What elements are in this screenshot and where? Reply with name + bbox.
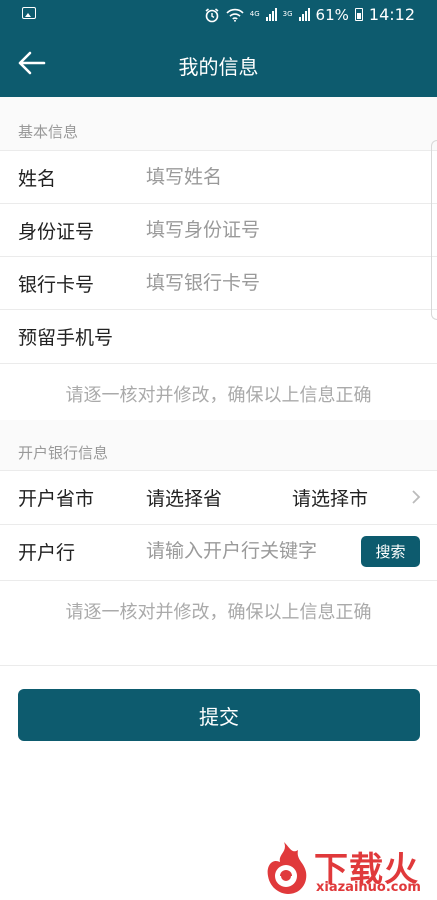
submit-button[interactable]: 提交 (18, 689, 420, 741)
scroll-indicator (431, 140, 437, 320)
phone-label: 预留手机号 (18, 327, 114, 349)
name-label: 姓名 (18, 168, 57, 190)
verify-hint-bank: 请逐一核对并修改，确保以上信息正确 (65, 602, 372, 623)
bank-card-label: 银行卡号 (18, 274, 95, 296)
chevron-right-icon[interactable] (409, 490, 423, 504)
network-type-1: 4G (249, 10, 260, 18)
divider (0, 665, 437, 666)
status-bar: 4G 3G 61% 14:12 (0, 0, 437, 30)
province-city-label: 开户省市 (18, 488, 95, 510)
flame-logo-icon (267, 842, 307, 894)
search-button[interactable]: 搜索 (361, 536, 420, 567)
alarm-icon (205, 7, 219, 22)
clock: 14:12 (368, 5, 415, 24)
battery-percent: 61% (315, 5, 349, 24)
divider (0, 363, 437, 364)
bank-card-input[interactable] (146, 268, 346, 298)
bank-card-row: 银行卡号 (0, 256, 437, 309)
watermark: 下载火 xiazaihuo.com (258, 840, 434, 896)
section-label-basic: 基本信息 (18, 123, 79, 141)
id-number-input[interactable] (146, 215, 346, 245)
app-header: 4G 3G 61% 14:12 我的信息 (0, 0, 437, 97)
image-icon (22, 7, 36, 19)
battery-icon (354, 8, 363, 21)
watermark-domain: xiazaihuo.com (316, 880, 421, 895)
branch-row: 开户行 搜索 (0, 524, 437, 580)
page-title: 我的信息 (178, 55, 259, 79)
id-number-label: 身份证号 (18, 221, 95, 243)
verify-hint-basic: 请逐一核对并修改，确保以上信息正确 (65, 385, 372, 406)
city-select[interactable]: 请选择市 (292, 484, 368, 511)
wifi-icon (226, 8, 244, 22)
section-label-bank: 开户银行信息 (18, 444, 109, 462)
phone-input[interactable] (146, 321, 346, 351)
id-number-row: 身份证号 (0, 203, 437, 256)
signal-icon-2 (298, 8, 310, 21)
name-row: 姓名 (0, 150, 437, 203)
network-type-2: 3G (282, 10, 293, 18)
divider (0, 580, 437, 581)
signal-icon (265, 8, 277, 21)
navigation-bar: 我的信息 (0, 30, 437, 97)
branch-label: 开户行 (18, 542, 76, 564)
status-icons: 4G 3G 61% 14:12 (204, 5, 415, 24)
branch-search-input[interactable] (146, 536, 351, 566)
province-city-row[interactable]: 开户省市 请选择省 请选择市 (0, 470, 437, 523)
phone-row: 预留手机号 (0, 309, 437, 362)
province-select[interactable]: 请选择省 (146, 484, 222, 511)
name-input[interactable] (146, 162, 346, 192)
